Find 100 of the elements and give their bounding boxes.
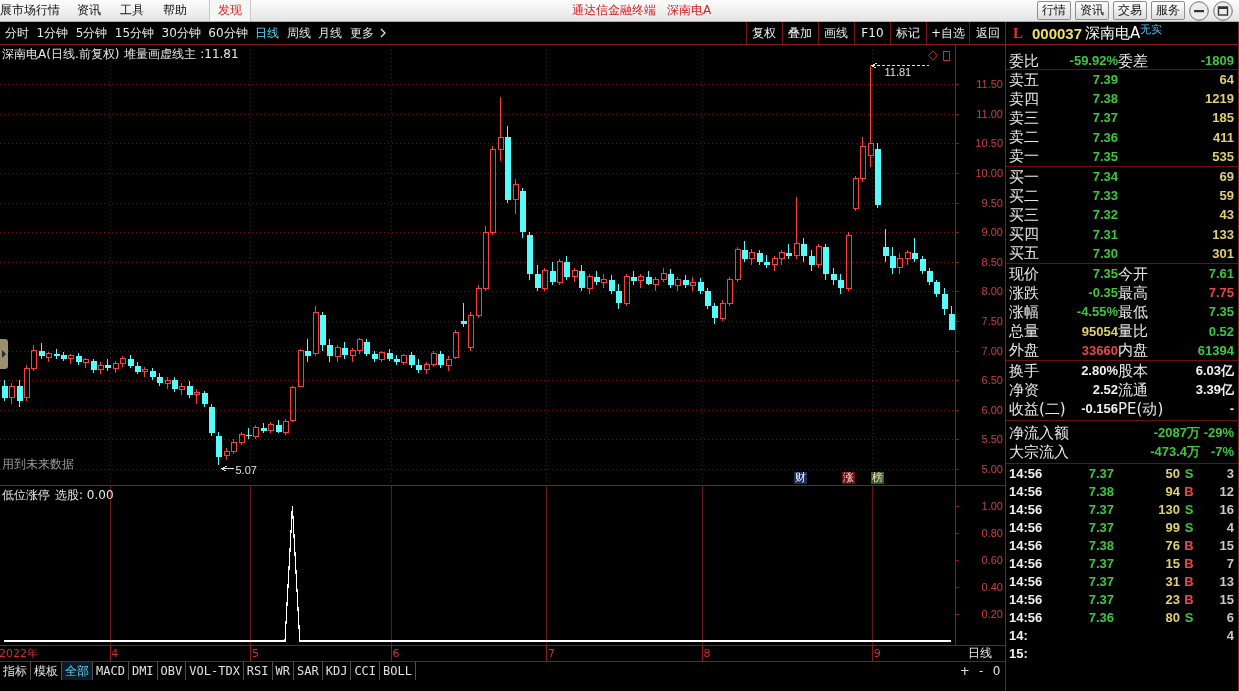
field-value: 7.75 [1208,285,1234,301]
zoom-button[interactable]: 0 [989,662,1004,680]
maximize-button[interactable] [1213,0,1233,21]
axis-label: 7.50 [981,314,1003,327]
menu-item[interactable]: 帮助 [163,2,187,19]
trade-time: 14:56 [1009,609,1043,625]
event-marker[interactable]: 涨 [842,472,855,484]
trade-volume: 50 [1165,465,1180,481]
indicator-name: 低位涨停 [2,488,50,502]
indicator-tab[interactable]: SAR [294,662,323,680]
bid-volume: 69 [1219,169,1234,185]
axis-label: 0.80 [981,527,1003,540]
bid-price: 7.31 [1092,226,1118,242]
period-tab[interactable]: 日线 [255,22,280,44]
trade-side: B [1184,483,1194,499]
trade-count: 12 [1219,483,1234,499]
trade-volume: 15 [1165,555,1180,571]
period-tab[interactable]: 分时 [5,22,29,44]
trade-time: 14:56 [1009,501,1043,517]
field-label: 股本 [1118,361,1148,380]
bid-level-label: 买一 [1009,167,1039,186]
trade-count: 15 [1219,591,1234,607]
bid-level-label: 买五 [1009,244,1039,263]
zoom-button[interactable]: + [956,662,973,680]
ask-level-label: 卖二 [1009,128,1039,147]
field-value: 2.80% [1081,363,1118,379]
event-marker[interactable]: 财 [794,472,807,484]
period-tab[interactable]: 5分钟 [75,22,108,44]
indicator-reading: 选股: 0.00 [55,488,114,502]
trade-volume: 94 [1165,483,1180,499]
status-tag: 无实 [1140,22,1163,37]
field-label: 换手 [1009,361,1039,380]
bid-volume: 43 [1219,207,1234,223]
axis-label: 0.40 [981,581,1003,594]
top-nav-button[interactable]: 交易 [1113,1,1147,20]
more-button[interactable]: 更多 [349,22,386,44]
field-label: 涨幅 [1009,302,1039,321]
field-value: 61394 [1197,342,1234,358]
field-value: 33660 [1081,342,1118,358]
top-nav-button[interactable]: 行情 [1037,1,1071,20]
period-tab[interactable]: 15分钟 [114,22,155,44]
period-tab[interactable]: 1分钟 [36,22,69,44]
field-value: 95054 [1081,323,1118,339]
trade-count: 4 [1226,627,1234,643]
indicator-tab[interactable]: 模板 [31,662,62,680]
indicator-tab[interactable]: WR [272,662,294,680]
trade-time: 14:56 [1009,537,1043,553]
trade-time: 14:56 [1009,483,1043,499]
field-label: 大宗流入 [1009,442,1069,461]
field-label: 涨跌 [1009,283,1039,302]
trade-count: 3 [1226,465,1234,481]
top-nav-button[interactable]: 资讯 [1075,1,1109,20]
axis-label: 0.20 [981,608,1003,620]
axis-label: 8.00 [981,285,1003,298]
zoom-button[interactable]: - [976,662,987,680]
side-tab-icon[interactable] [0,339,8,369]
trade-count: 6 [1226,609,1234,625]
axis-label: 8 [703,646,711,661]
indicator-tab[interactable]: VOL-TDX [186,662,244,680]
indicator-tab[interactable]: BOLL [380,662,416,680]
indicator-tab[interactable]: 指标 [0,662,31,680]
trade-price: 7.37 [1088,573,1114,589]
axis-label: 11.00 [976,107,1003,120]
square-icon [943,51,950,61]
menu-item[interactable]: 工具 [120,2,144,19]
bid-price: 7.33 [1092,188,1118,204]
menu-item[interactable]: 资讯 [77,2,101,19]
period-tab[interactable]: 60分钟 [208,22,248,44]
trade-volume: 23 [1165,591,1180,607]
bid-level-label: 买二 [1009,186,1039,205]
app-title: 通达信金融终端 [572,2,656,19]
ask-level-label: 卖五 [1009,70,1039,89]
price-label: 5.07 [235,463,257,476]
market-label: L [1013,24,1024,42]
stock-code: 000037 [1032,24,1083,42]
period-tab[interactable]: 30分钟 [161,22,201,44]
top-nav-button[interactable]: 服务 [1151,1,1185,20]
trade-volume: 76 [1165,537,1180,553]
axis-label: 4 [111,646,119,661]
menu-item[interactable]: 展市场行情 [0,2,60,19]
trade-volume: 80 [1165,609,1180,625]
diamond-icon [928,50,938,61]
ask-price: 7.35 [1092,148,1118,164]
trade-side: B [1184,573,1194,589]
minimize-button[interactable] [1189,0,1209,21]
discover-tab[interactable]: 发现 [209,0,251,21]
axis-label: 5 [251,646,259,661]
period-tab[interactable]: 周线 [286,22,311,44]
field-label: 量比 [1118,322,1148,341]
trade-count: 4 [1226,519,1234,535]
bid-price: 7.32 [1092,207,1118,223]
indicator-tab[interactable]: 全部 [62,662,93,680]
field-label: 委差 [1118,51,1148,70]
axis-label: 7.00 [981,344,1003,357]
period-tab[interactable]: 月线 [318,22,343,44]
field-value: -59.92% [1069,53,1118,69]
trade-count: 15 [1219,537,1234,553]
field-label: 最低 [1118,302,1148,321]
indicator-tab[interactable]: MACD [93,662,129,680]
event-marker[interactable]: 榜 [871,472,884,484]
